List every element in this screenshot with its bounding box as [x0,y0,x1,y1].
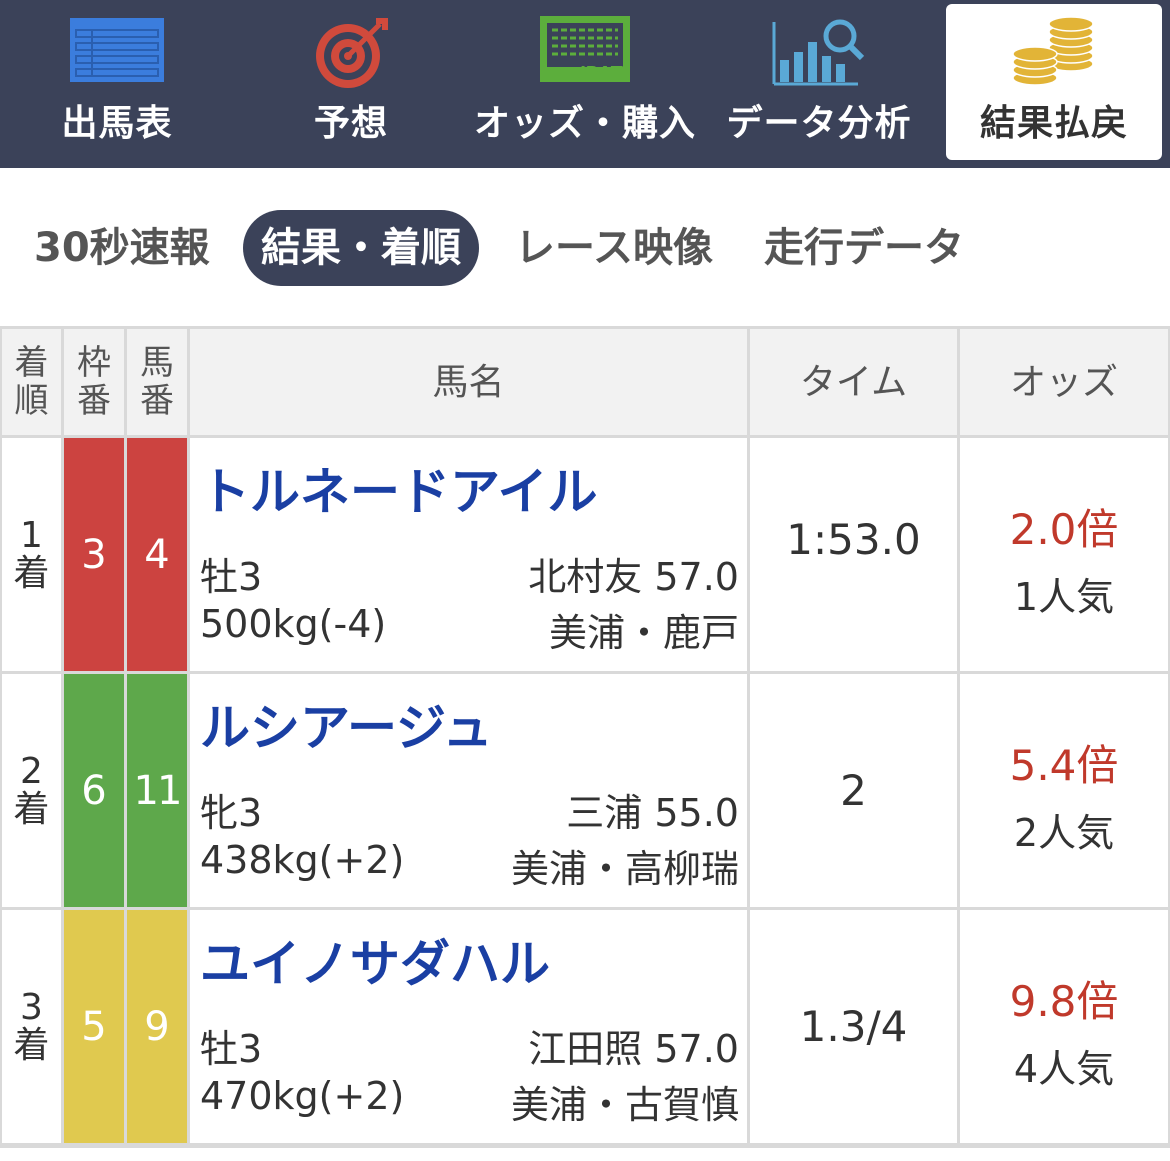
table-row-1-waku: 3 [64,438,124,671]
table-row-3-rank: 3着 [2,910,61,1143]
horse-body-weight: 438kg(+2) [200,838,405,882]
table-row-3-margin: 1.3/4 [750,910,957,1143]
coins-icon [1012,16,1094,86]
horse-sex-age: 牡3 [200,555,263,599]
table-row-3-horse: ユイノサダハル 牡3 江田照 57.0 470kg(+2) 美浦・古賀慎 [190,910,747,1143]
horse-jockey-weight: 北村友 57.0 [528,555,739,599]
horse-body-weight: 500kg(-4) [200,602,387,646]
tab-results-order[interactable]: 結果・着順 [243,210,479,286]
target-icon [316,18,388,88]
header-odds: オッズ [960,329,1168,435]
chart-search-icon [772,19,865,86]
table-row-3-odds: 9.8倍 4人気 [960,910,1168,1143]
nav-label-odds-purchase: オッズ・購入 [473,103,696,144]
table-row-1-rank: 1着 [2,438,61,671]
horse-name-link[interactable]: ルシアージュ [200,688,493,760]
table-row-2-umaban: 11 [127,674,187,907]
nav-odds-purchase[interactable]: IPAT オッズ・購入 [468,0,702,168]
table-row-2-odds: 5.4倍 2人気 [960,674,1168,907]
result-subtabs: 30秒速報 結果・着順 レース映像 走行データ [0,210,1170,286]
ipat-icon: IPAT [540,16,630,85]
table-row-2-margin: 2 [750,674,957,907]
tab-running-data[interactable]: 走行データ [764,210,964,286]
table-row-1-odds: 2.0倍 1人気 [960,438,1168,671]
table-row-1-umaban: 4 [127,438,187,671]
table-row-1-horse: トルネードアイル 牡3 北村友 57.0 500kg(-4) 美浦・鹿戸 [190,438,747,671]
horse-trainer: 美浦・鹿戸 [548,611,739,655]
ipat-text: IPAT [579,63,623,85]
entry-table-icon [70,18,164,82]
results-table: 着順 枠番 馬番 馬名 タイム オッズ 1着 3 4 トルネードアイル 牡3 北… [0,326,1170,1148]
nav-label-entry-table: 出馬表 [61,103,173,144]
popularity: 1人気 [1013,575,1115,619]
odds-value: 9.8倍 [1009,977,1119,1026]
horse-trainer: 美浦・古賀慎 [510,1083,739,1127]
nav-label-data-analysis: データ分析 [726,103,912,144]
table-row-2-rank: 2着 [2,674,61,907]
horse-trainer: 美浦・高柳瑞 [510,847,739,891]
horse-jockey-weight: 江田照 57.0 [528,1027,739,1071]
horse-body-weight: 470kg(+2) [200,1074,405,1118]
nav-label-results-payout: 結果払戻 [979,103,1128,144]
horse-name-link[interactable]: ユイノサダハル [200,924,550,996]
header-time: タイム [750,329,957,435]
header-horse-name: 馬名 [190,329,747,435]
header-umaban: 馬番 [127,329,187,435]
table-row-1-time: 1:53.0 [750,438,957,671]
table-row-2-waku: 6 [64,674,124,907]
table-row-3-waku: 5 [64,910,124,1143]
tab-30sec-flash[interactable]: 30秒速報 [34,210,210,286]
header-waku: 枠番 [64,329,124,435]
odds-value: 2.0倍 [1009,505,1119,554]
popularity: 2人気 [1013,811,1115,855]
table-row-3-umaban: 9 [127,910,187,1143]
nav-entry-table[interactable]: 出馬表 [0,0,234,168]
nav-prediction[interactable]: 予想 [234,0,468,168]
top-navigation: 出馬表 予想 IPAT オッズ・購入 データ分析 結果払戻 [0,0,1170,168]
nav-results-payout[interactable]: 結果払戻 [946,4,1162,160]
table-row-2-horse: ルシアージュ 牝3 三浦 55.0 438kg(+2) 美浦・高柳瑞 [190,674,747,907]
nav-label-prediction: 予想 [313,103,388,144]
popularity: 4人気 [1013,1047,1115,1091]
horse-sex-age: 牝3 [200,791,263,835]
nav-data-analysis[interactable]: データ分析 [702,0,936,168]
horse-jockey-weight: 三浦 55.0 [566,791,739,835]
horse-sex-age: 牡3 [200,1027,263,1071]
odds-value: 5.4倍 [1009,741,1119,790]
tab-race-video[interactable]: レース映像 [515,210,713,286]
horse-name-link[interactable]: トルネードアイル [200,452,598,524]
header-rank: 着順 [2,329,61,435]
